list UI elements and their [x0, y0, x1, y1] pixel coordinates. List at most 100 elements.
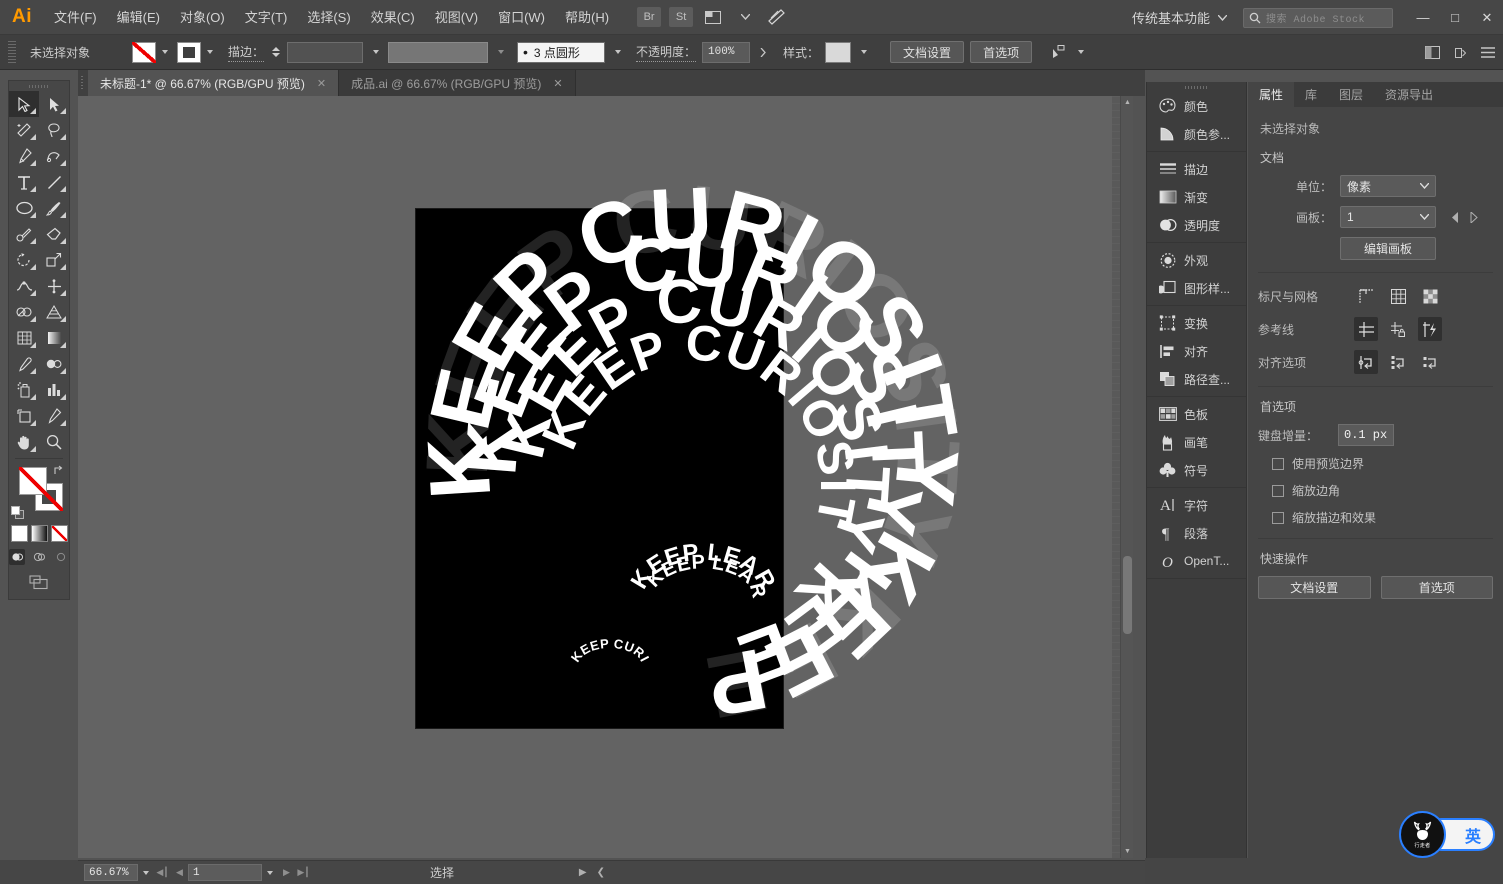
- align-dropdown-icon[interactable]: [1074, 42, 1087, 63]
- next-artboard-icon[interactable]: ▶: [278, 867, 295, 878]
- gradient-tool[interactable]: [39, 325, 69, 351]
- snap-to-point-icon[interactable]: [1354, 350, 1378, 374]
- quick-preferences-button[interactable]: 首选项: [1380, 576, 1493, 599]
- stock-search-input[interactable]: 搜索 Adobe Stock: [1243, 7, 1393, 28]
- arrange-documents-icon[interactable]: [700, 6, 726, 28]
- opacity-input[interactable]: 100%: [702, 41, 751, 63]
- draw-inside-icon[interactable]: [53, 549, 69, 565]
- tools-panel-grip[interactable]: [9, 81, 69, 91]
- minimize-button[interactable]: —: [1407, 0, 1439, 35]
- panel-menu-icon[interactable]: [1479, 44, 1497, 62]
- eraser-tool[interactable]: [39, 221, 69, 247]
- scale-corners-checkbox[interactable]: [1272, 484, 1284, 497]
- dock-graphic-styles[interactable]: 图形样...: [1147, 274, 1246, 302]
- close-icon[interactable]: ✕: [317, 77, 326, 90]
- workspace-switcher[interactable]: 传统基本功能: [1126, 8, 1233, 27]
- rotate-tool[interactable]: [9, 247, 39, 273]
- free-transform-tool[interactable]: [39, 273, 69, 299]
- menu-window[interactable]: 窗口(W): [488, 0, 555, 35]
- snap-to-grid-icon[interactable]: [1386, 350, 1410, 374]
- paintbrush-tool[interactable]: [39, 195, 69, 221]
- artboard-dropdown-icon[interactable]: [262, 870, 278, 875]
- blend-tool[interactable]: [39, 351, 69, 377]
- color-mode-none[interactable]: [50, 525, 68, 542]
- edit-artboards-button[interactable]: 编辑画板: [1340, 237, 1436, 260]
- dock-paragraph[interactable]: ¶ 段落: [1147, 519, 1246, 547]
- show-grid-icon[interactable]: [1386, 284, 1410, 308]
- magic-wand-tool[interactable]: [9, 117, 39, 143]
- bridge-icon[interactable]: Br: [637, 7, 662, 27]
- status-resize-icon[interactable]: ❮: [597, 867, 605, 878]
- scale-tool[interactable]: [39, 247, 69, 273]
- zoom-dropdown-icon[interactable]: [138, 870, 154, 875]
- dock-gradient[interactable]: 渐变: [1147, 183, 1246, 211]
- mesh-tool[interactable]: [9, 325, 39, 351]
- vertical-scrollbar[interactable]: ▲ ▼: [1120, 96, 1133, 858]
- stroke-weight-stepper[interactable]: [270, 42, 281, 62]
- toolbar-fill-swatch[interactable]: [19, 467, 47, 495]
- dock-color-guide[interactable]: 颜色参...: [1147, 120, 1246, 148]
- ime-logo-icon[interactable]: 行走者: [1399, 811, 1446, 858]
- draw-behind-icon[interactable]: [31, 549, 47, 565]
- panel-chevron-icon[interactable]: [1451, 44, 1469, 62]
- tab-libraries[interactable]: 库: [1294, 82, 1328, 107]
- menu-view[interactable]: 视图(V): [425, 0, 488, 35]
- dock-color[interactable]: 颜色: [1147, 92, 1246, 120]
- vertical-scroll-thumb[interactable]: [1123, 556, 1132, 634]
- preferences-button[interactable]: 首选项: [970, 41, 1033, 63]
- dock-stroke[interactable]: 描边: [1147, 155, 1246, 183]
- tab-bar-grip[interactable]: [78, 70, 88, 96]
- show-transparency-grid-icon[interactable]: [1418, 284, 1442, 308]
- fill-control[interactable]: [132, 41, 171, 63]
- lock-guides-icon[interactable]: [1386, 317, 1410, 341]
- tab-properties[interactable]: 属性: [1248, 82, 1295, 107]
- shaper-tool[interactable]: [9, 221, 39, 247]
- ime-floating-widget[interactable]: 英 行走者: [1399, 811, 1495, 858]
- first-artboard-icon[interactable]: ◀┃: [154, 867, 171, 878]
- tab-asset-export[interactable]: 资源导出: [1374, 82, 1444, 107]
- selection-tool[interactable]: [9, 91, 39, 117]
- align-to-selection-icon[interactable]: [1050, 43, 1068, 61]
- document-tab-final[interactable]: 成品.ai @ 66.67% (RGB/GPU 预览) ✕: [339, 70, 576, 96]
- style-dropdown-icon[interactable]: [857, 42, 870, 63]
- symbol-sprayer-tool[interactable]: [9, 377, 39, 403]
- zoom-tool[interactable]: [39, 429, 69, 455]
- perspective-grid-tool[interactable]: [39, 299, 69, 325]
- fill-dropdown-icon[interactable]: [158, 42, 171, 63]
- smart-guides-icon[interactable]: [1418, 317, 1442, 341]
- graphic-style-swatch[interactable]: [825, 41, 852, 63]
- artboard[interactable]: [415, 208, 784, 729]
- dock-opentype[interactable]: O OpenT...: [1147, 547, 1246, 575]
- dock-align[interactable]: 对齐: [1147, 337, 1246, 365]
- units-select[interactable]: 像素: [1340, 175, 1436, 197]
- previous-artboard-icon[interactable]: ◀: [171, 867, 188, 878]
- swap-fill-stroke-icon[interactable]: [53, 465, 66, 480]
- dock-transform[interactable]: 变换: [1147, 309, 1246, 337]
- preview-bounds-row[interactable]: 使用预览边界: [1272, 455, 1493, 472]
- dock-swatches[interactable]: 色板: [1147, 400, 1246, 428]
- stroke-weight-dropdown-icon[interactable]: [369, 42, 382, 63]
- menu-file[interactable]: 文件(F): [44, 0, 107, 35]
- dock-character[interactable]: A 字符: [1147, 491, 1246, 519]
- document-canvas[interactable]: KEEP CURIOSITY KEEP KEEP CURIOSITY KEEP …: [78, 96, 1133, 858]
- arrange-panels-icon[interactable]: [1423, 44, 1441, 62]
- stroke-weight-label[interactable]: 描边：: [228, 43, 265, 62]
- artboard-number-input[interactable]: 1: [188, 864, 262, 881]
- brush-definition-select[interactable]: • 3 点圆形: [517, 41, 606, 63]
- dock-appearance[interactable]: 外观: [1147, 246, 1246, 274]
- default-fill-stroke-icon[interactable]: [11, 506, 24, 519]
- document-setup-button[interactable]: 文档设置: [890, 41, 965, 63]
- curvature-tool[interactable]: [39, 143, 69, 169]
- dock-transparency[interactable]: 透明度: [1147, 211, 1246, 239]
- status-flyout-icon[interactable]: ▶: [579, 867, 587, 878]
- maximize-button[interactable]: □: [1439, 0, 1471, 35]
- menu-object[interactable]: 对象(O): [170, 0, 235, 35]
- ellipse-tool[interactable]: [9, 195, 39, 221]
- type-tool[interactable]: [9, 169, 39, 195]
- artboard-tool[interactable]: [9, 403, 39, 429]
- artboard-select[interactable]: 1: [1340, 206, 1436, 228]
- stroke-weight-input[interactable]: [287, 41, 364, 63]
- show-rulers-icon[interactable]: [1354, 284, 1378, 308]
- opacity-label[interactable]: 不透明度：: [636, 43, 697, 62]
- dock-pathfinder[interactable]: 路径查...: [1147, 365, 1246, 393]
